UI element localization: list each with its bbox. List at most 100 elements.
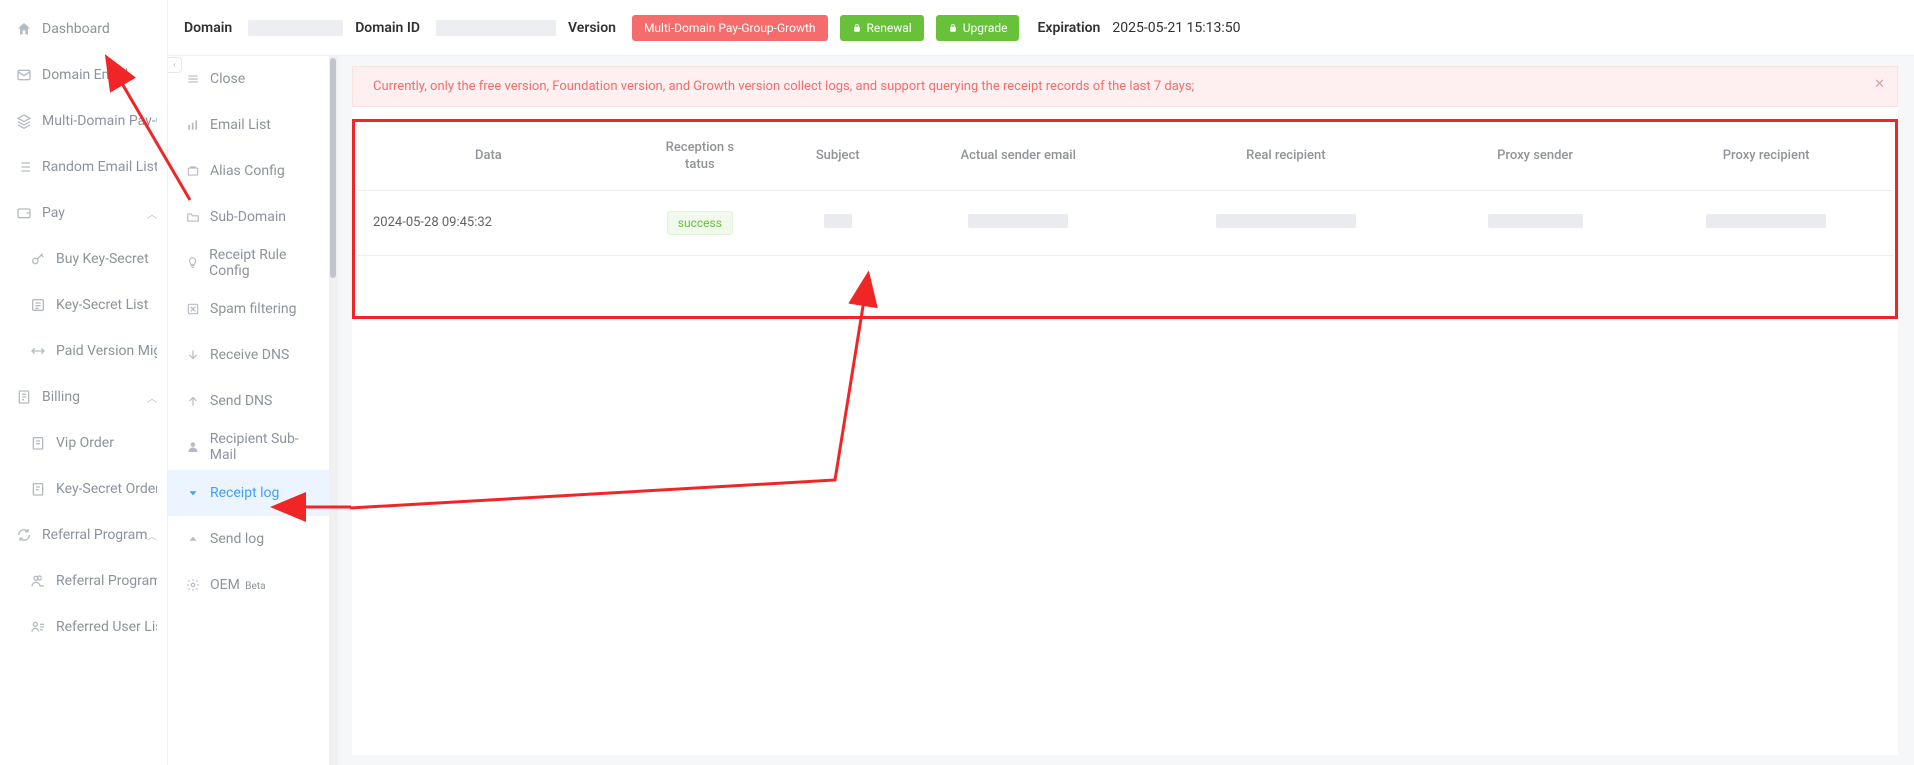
caret-up-icon [186, 532, 200, 546]
submenu-item-label: Recipient Sub-Mail [210, 431, 323, 463]
upgrade-button[interactable]: Upgrade [936, 15, 1020, 41]
sidebar-item-label: Vip Order [56, 435, 157, 451]
submenu-item-rule[interactable]: Receipt Rule Config [168, 240, 337, 286]
order-icon [30, 435, 46, 451]
header-bar: Domain Domain ID Version Multi-Domain Pa… [168, 0, 1914, 56]
gear-icon [186, 578, 200, 592]
table-header: Actual sender email [895, 124, 1140, 190]
header-domainid-value [436, 20, 556, 36]
sidebar-item-dashboard[interactable]: Dashboard [0, 6, 167, 52]
alert-text: Currently, only the free version, Founda… [373, 79, 1194, 94]
mail-icon [16, 67, 32, 83]
submenu-item-receiptlog[interactable]: Receipt log [168, 470, 337, 516]
sidebar-item-label: Random Email List [42, 159, 157, 175]
submenu-item-label: Alias Config [210, 163, 285, 179]
cell-proxy-recipient [1639, 190, 1893, 255]
submenu-item-submail[interactable]: Recipient Sub-Mail [168, 424, 337, 470]
sidebar-item-billing[interactable]: Billing︿ [0, 374, 167, 420]
alias-icon [186, 164, 200, 178]
submenu-item-label: Receipt log [210, 485, 279, 501]
collapse-handle[interactable]: ‹ [168, 57, 182, 73]
sidebar-item-label: Pay [42, 205, 147, 221]
bars-icon [186, 118, 200, 132]
sidebar-left: Dashboard Domain Email Multi-Domain Pay-Gr… [0, 0, 168, 765]
scrollbar[interactable] [329, 56, 337, 765]
chevron-up-icon: ︿ [147, 528, 157, 543]
sidebar-item-multi-domain[interactable]: Multi-Domain Pay-Group [0, 98, 167, 144]
refresh-icon [16, 527, 32, 543]
up-icon [186, 394, 200, 408]
sidebar-item-referred-users[interactable]: Referred User List [0, 604, 167, 650]
submenu-item-label: Close [210, 71, 245, 87]
close-icon[interactable]: ✕ [1874, 77, 1885, 92]
home-icon [16, 21, 32, 37]
table-header: Subject [780, 124, 896, 190]
key-icon [30, 251, 46, 267]
status-badge: success [667, 211, 733, 235]
sidebar-item-referral[interactable]: Referral Program︿ [0, 512, 167, 558]
sidebar-item-label: Paid Version Migration [56, 343, 157, 359]
submenu-item-email-list[interactable]: Email List [168, 102, 337, 148]
header-version-label: Version [568, 20, 616, 36]
sidebar-item-referral-prog[interactable]: Referral Program [0, 558, 167, 604]
submenu-item-label: OEM Beta [210, 577, 266, 593]
user-icon [186, 440, 200, 454]
cell-data: 2024-05-28 09:45:32 [357, 190, 620, 255]
sidebar-item-random-email[interactable]: Random Email List [0, 144, 167, 190]
sidebar-mid: Close Email List Alias Config Sub-Domain Rec… [168, 56, 338, 765]
table-header: Proxy sender [1431, 124, 1639, 190]
sidebar-item-pay[interactable]: Pay︿ [0, 190, 167, 236]
menu-icon [186, 72, 200, 86]
swap-icon [30, 343, 46, 359]
chevron-up-icon: ︿ [147, 206, 157, 221]
lock-icon [948, 23, 958, 33]
submenu-item-label: Send DNS [210, 393, 272, 409]
cell-proxy-sender [1431, 190, 1639, 255]
submenu-item-recvdns[interactable]: Receive DNS [168, 332, 337, 378]
sidebar-item-label: Multi-Domain Pay-Group [42, 113, 157, 129]
sidebar-item-buy-key[interactable]: Buy Key-Secret [0, 236, 167, 282]
submenu-item-spam[interactable]: Spam filtering [168, 286, 337, 332]
receipt-log-table: DataReception s tatusSubjectActual sende… [357, 124, 1893, 256]
submenu-item-label: Email List [210, 117, 271, 133]
version-tag: Multi-Domain Pay-Group-Growth [632, 15, 828, 41]
bulb-icon [186, 256, 199, 270]
submenu-item-oem[interactable]: OEM Beta [168, 562, 337, 608]
submenu-item-subdomain[interactable]: Sub-Domain [168, 194, 337, 240]
sidebar-item-label: Referral Program [42, 527, 147, 543]
submenu-item-alias[interactable]: Alias Config [168, 148, 337, 194]
header-domain-value [248, 20, 343, 36]
table-row: 2024-05-28 09:45:32 success [357, 190, 1893, 255]
header-expiration-label: Expiration [1037, 20, 1100, 36]
userlist-icon [30, 619, 46, 635]
header-domain-label: Domain [184, 20, 232, 36]
order2-icon [30, 481, 46, 497]
header-expiration-value: 2025-05-21 15:13:50 [1112, 20, 1240, 36]
renewal-button[interactable]: Renewal [840, 15, 924, 41]
header-domainid-label: Domain ID [355, 20, 420, 36]
caret-down-icon [186, 486, 200, 500]
folder-icon [186, 210, 200, 224]
down-icon [186, 348, 200, 362]
sidebar-item-domain-email[interactable]: Domain Email [0, 52, 167, 98]
submenu-item-senddns[interactable]: Send DNS [168, 378, 337, 424]
sidebar-item-ks-order[interactable]: Key-Secret Order [0, 466, 167, 512]
table-header: Reception s tatus [620, 124, 780, 190]
layers-icon [16, 113, 32, 129]
sidebar-item-key-list[interactable]: Key-Secret List [0, 282, 167, 328]
submenu-item-close[interactable]: Close [168, 56, 337, 102]
sidebar-item-vip-order[interactable]: Vip Order [0, 420, 167, 466]
sidebar-item-label: Referral Program [56, 573, 157, 589]
sidebar-item-label: Key-Secret List [56, 297, 157, 313]
lock-icon [852, 23, 862, 33]
submenu-item-sendlog[interactable]: Send log [168, 516, 337, 562]
alert-banner: Currently, only the free version, Founda… [352, 66, 1898, 107]
sidebar-item-label: Referred User List [56, 619, 157, 635]
sidebar-item-paid-migration[interactable]: Paid Version Migration [0, 328, 167, 374]
ban-icon [186, 302, 200, 316]
main-content: Currently, only the free version, Founda… [352, 66, 1898, 755]
sidebar-item-label: Domain Email [42, 67, 157, 83]
submenu-item-label: Receipt Rule Config [209, 247, 323, 279]
sidebar-item-label: Key-Secret Order [56, 481, 157, 497]
sidebar-item-label: Billing [42, 389, 147, 405]
